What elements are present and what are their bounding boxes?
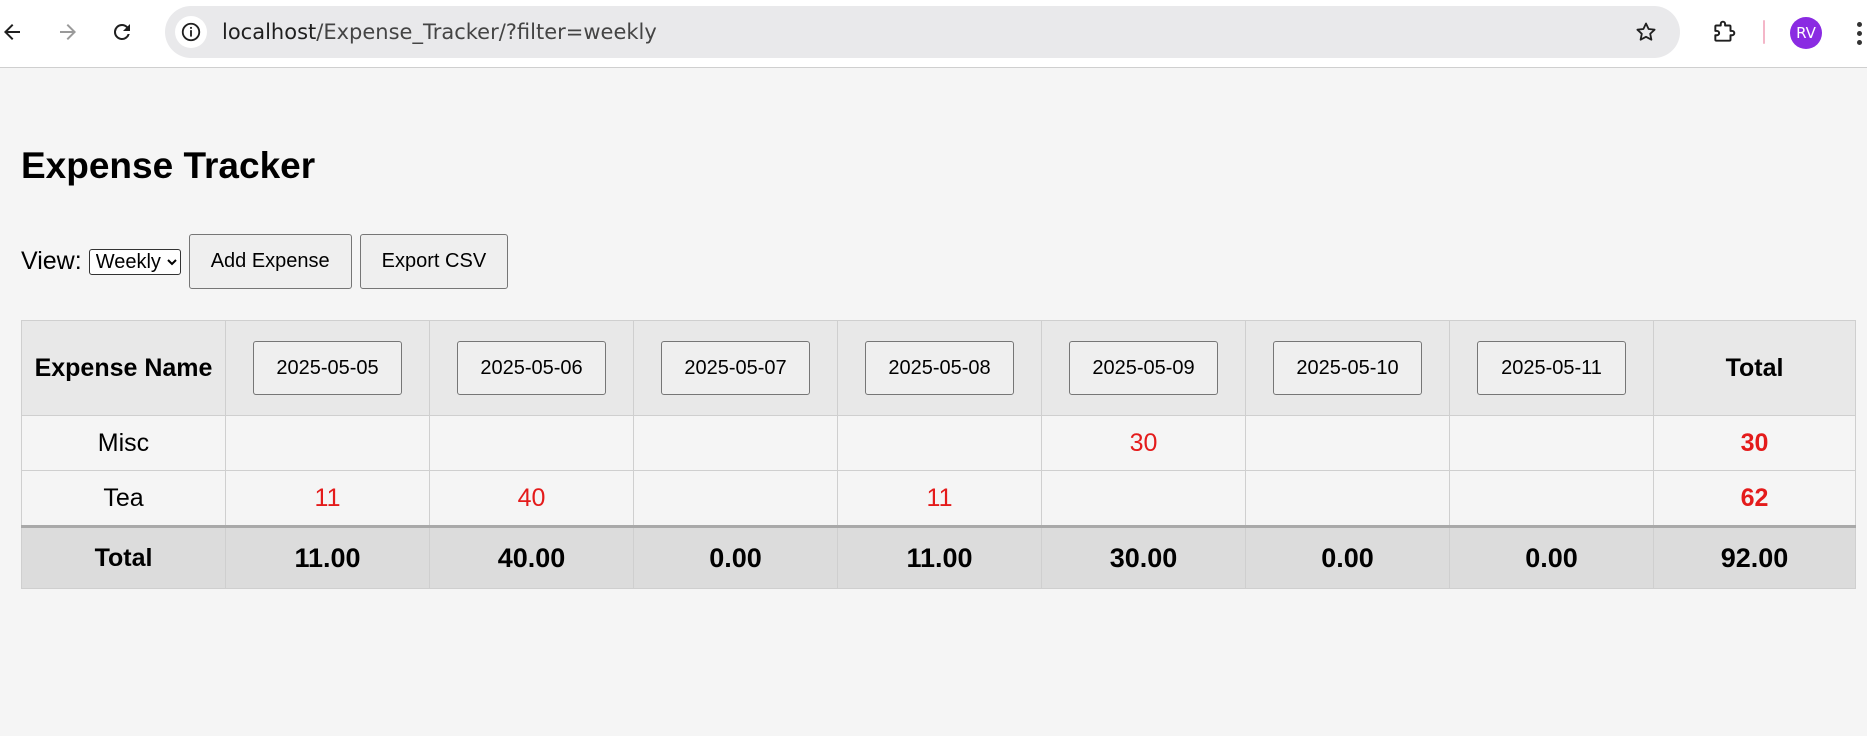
- arrow-left-icon: [4, 24, 20, 40]
- url-text[interactable]: localhost/Expense_Tracker/?filter=weekly: [222, 6, 657, 58]
- day-total-cell: 11.00: [837, 525, 1042, 589]
- date-button[interactable]: 2025-05-08: [865, 341, 1014, 395]
- view-select[interactable]: Weekly: [88, 248, 181, 275]
- day-total-cell: 40.00: [429, 525, 634, 589]
- expense-name-cell: Misc: [21, 415, 226, 471]
- expense-name-cell: Tea: [21, 470, 226, 527]
- amount-cell: [837, 415, 1042, 471]
- browser-toolbar: localhost/Expense_Tracker/?filter=weekly…: [0, 0, 1867, 68]
- export-csv-button[interactable]: Export CSV: [359, 234, 509, 289]
- date-button[interactable]: 2025-05-11: [1477, 341, 1626, 395]
- day-total-cell: 11.00: [225, 525, 430, 589]
- row-total-cell: 30: [1653, 415, 1856, 471]
- add-expense-button[interactable]: Add Expense: [188, 234, 352, 289]
- expense-name-header: Expense Name: [21, 320, 226, 416]
- date-header: 2025-05-09: [1041, 320, 1246, 416]
- table-row: Misc 30 30: [21, 415, 1856, 471]
- reload-icon: [113, 23, 130, 40]
- amount-cell: [1449, 470, 1654, 527]
- address-bar[interactable]: localhost/Expense_Tracker/?filter=weekly: [165, 6, 1680, 58]
- date-header: 2025-05-08: [837, 320, 1042, 416]
- day-total-cell: 0.00: [1449, 525, 1654, 589]
- amount-cell: [1245, 470, 1450, 527]
- date-button[interactable]: 2025-05-10: [1273, 341, 1422, 395]
- table-row: Tea 11 40 11 62: [21, 470, 1856, 527]
- amount-cell: [1449, 415, 1654, 471]
- amount-cell: 11: [837, 470, 1042, 527]
- amount-cell: [225, 415, 430, 471]
- date-header: 2025-05-06: [429, 320, 634, 416]
- view-label: View:: [21, 247, 82, 275]
- expense-table: Expense Name 2025-05-05 2025-05-06 2025-…: [21, 320, 1856, 589]
- row-total-cell: 62: [1653, 470, 1856, 527]
- page-title: Expense Tracker: [21, 145, 316, 186]
- amount-cell: [1041, 470, 1246, 527]
- url-path: /Expense_Tracker/?filter=weekly: [316, 20, 657, 44]
- date-button[interactable]: 2025-05-05: [253, 341, 402, 395]
- amount-cell: [633, 415, 838, 471]
- grand-total-cell: 92.00: [1653, 525, 1856, 589]
- date-button[interactable]: 2025-05-07: [661, 341, 810, 395]
- date-header: 2025-05-10: [1245, 320, 1450, 416]
- controls-bar: View: Weekly Add Expense Export CSV: [21, 234, 509, 289]
- toolbar-divider: [1763, 20, 1765, 44]
- footer-total-row: Total 11.00 40.00 0.00 11.00 30.00 0.00 …: [21, 525, 1856, 589]
- date-header: 2025-05-07: [633, 320, 838, 416]
- date-button[interactable]: 2025-05-09: [1069, 341, 1218, 395]
- date-button[interactable]: 2025-05-06: [457, 341, 606, 395]
- more-menu-icon[interactable]: [1851, 16, 1867, 50]
- day-total-cell: 0.00: [633, 525, 838, 589]
- forward-button[interactable]: [50, 14, 86, 50]
- day-total-cell: 30.00: [1041, 525, 1246, 589]
- footer-total-label: Total: [21, 525, 226, 589]
- amount-cell: 11: [225, 470, 430, 527]
- day-total-cell: 0.00: [1245, 525, 1450, 589]
- reload-button[interactable]: [104, 14, 140, 50]
- amount-cell: [633, 470, 838, 527]
- bookmark-star-icon[interactable]: [1632, 18, 1660, 46]
- header-row: Expense Name 2025-05-05 2025-05-06 2025-…: [21, 320, 1856, 416]
- url-host: localhost: [222, 20, 317, 44]
- amount-cell: 30: [1041, 415, 1246, 471]
- profile-avatar[interactable]: RV: [1790, 17, 1822, 49]
- total-header: Total: [1653, 320, 1856, 416]
- amount-cell: [1245, 415, 1450, 471]
- date-header: 2025-05-11: [1449, 320, 1654, 416]
- site-info-icon[interactable]: [175, 16, 207, 48]
- date-header: 2025-05-05: [225, 320, 430, 416]
- extensions-puzzle-icon[interactable]: [1706, 14, 1742, 50]
- amount-cell: [429, 415, 634, 471]
- amount-cell: 40: [429, 470, 634, 527]
- back-button[interactable]: [0, 14, 30, 50]
- arrow-right-icon: [60, 24, 76, 40]
